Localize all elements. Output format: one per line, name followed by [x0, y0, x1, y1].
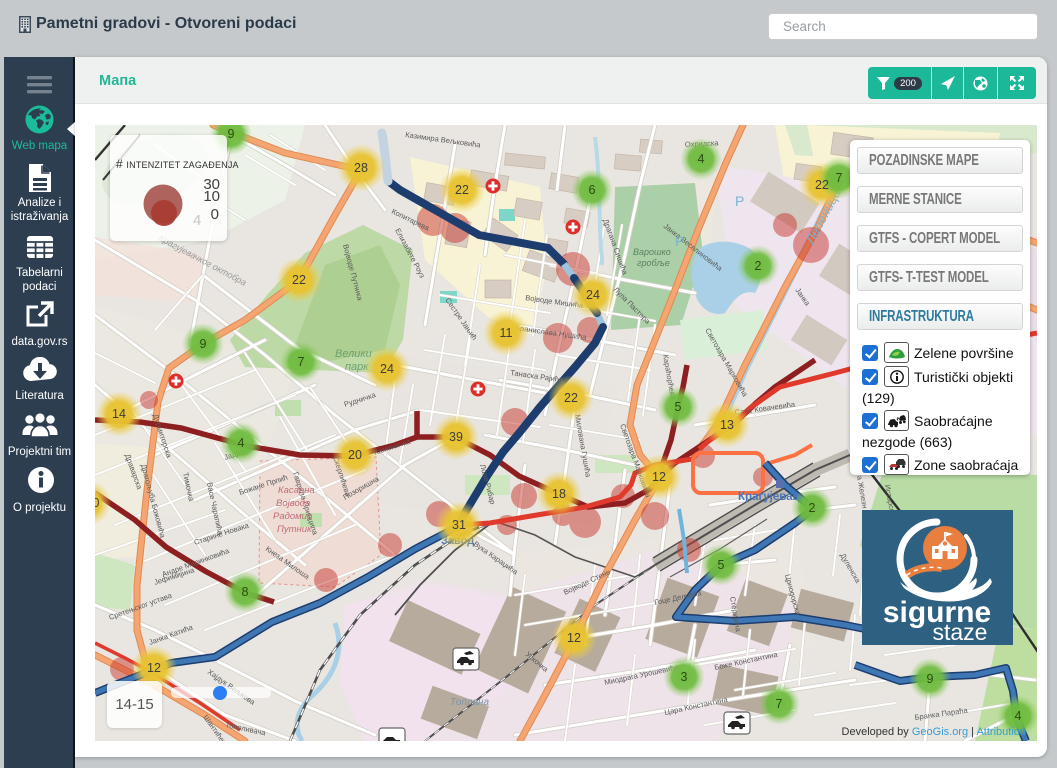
svg-text:12: 12 — [652, 470, 666, 484]
svg-text:5: 5 — [718, 558, 725, 572]
svg-text:staze: staze — [933, 619, 988, 645]
svg-text:24: 24 — [380, 362, 394, 376]
svg-text:гробље: гробље — [637, 258, 670, 268]
svg-text:4: 4 — [238, 436, 245, 450]
svg-text:P: P — [735, 193, 744, 209]
svg-text:Крагуjевац: Крагуjевац — [738, 491, 800, 503]
svg-text:22: 22 — [455, 183, 469, 197]
svg-text:7: 7 — [776, 697, 783, 711]
svg-text:Радомир: Радомир — [273, 511, 312, 522]
svg-text:8: 8 — [242, 585, 249, 599]
svg-text:3: 3 — [681, 670, 688, 684]
svg-text:18: 18 — [552, 487, 566, 501]
svg-text:4: 4 — [698, 152, 705, 166]
svg-text:13: 13 — [720, 418, 734, 432]
svg-text:11: 11 — [500, 326, 513, 340]
svg-text:7: 7 — [836, 171, 843, 185]
svg-text:Топлана: Топлана — [450, 697, 490, 708]
svg-text:2: 2 — [809, 501, 816, 515]
svg-text:20: 20 — [348, 448, 362, 462]
svg-text:12: 12 — [567, 631, 581, 645]
svg-text:24: 24 — [586, 288, 600, 302]
svg-text:4: 4 — [193, 212, 201, 229]
svg-text:P: P — [675, 233, 684, 249]
svg-text:7: 7 — [298, 355, 305, 369]
svg-text:22: 22 — [292, 273, 306, 287]
svg-text:28: 28 — [354, 161, 368, 175]
svg-text:6: 6 — [589, 183, 596, 197]
svg-text:31: 31 — [452, 518, 466, 532]
svg-text:5: 5 — [675, 400, 682, 414]
svg-text:Варошко: Варошко — [633, 247, 671, 257]
svg-text:22: 22 — [564, 391, 578, 405]
svg-text:Путник: Путник — [277, 524, 312, 535]
svg-text:9: 9 — [200, 337, 207, 351]
svg-text:9: 9 — [927, 672, 934, 686]
svg-text:39: 39 — [449, 430, 463, 444]
svg-text:Велики: Велики — [335, 348, 372, 360]
svg-text:22: 22 — [815, 178, 829, 192]
svg-text:0: 0 — [95, 496, 100, 510]
svg-text:Воjвода: Воjвода — [276, 498, 310, 509]
svg-text:9: 9 — [228, 127, 235, 141]
svg-text:4: 4 — [1015, 709, 1022, 723]
svg-text:Касарна: Касарна — [278, 485, 315, 496]
svg-text:12: 12 — [147, 661, 161, 675]
svg-text:2: 2 — [755, 259, 762, 273]
svg-text:14: 14 — [112, 407, 126, 421]
